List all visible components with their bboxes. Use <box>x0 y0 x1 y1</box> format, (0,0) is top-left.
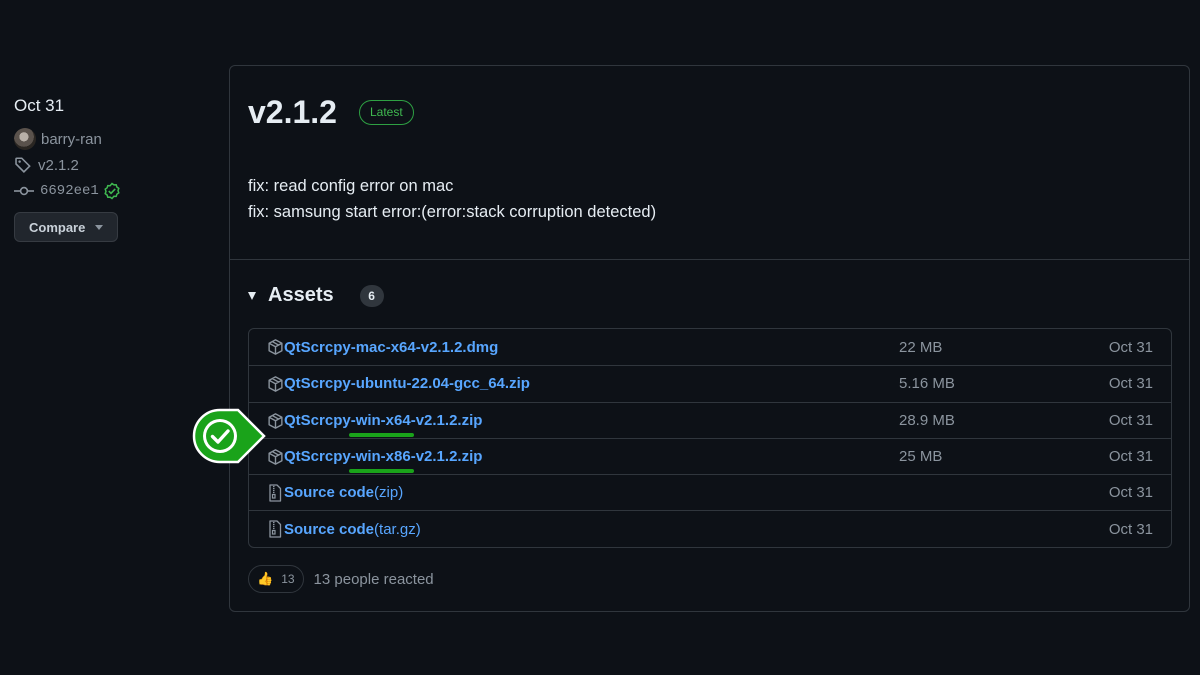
asset-size: 25 MB <box>899 448 943 466</box>
thumbs-up-icon: 👍 <box>257 571 274 586</box>
asset-row: QtScrcpy-ubuntu-22.04-gcc_64.zip 5.16 MB… <box>249 365 1171 401</box>
package-icon <box>268 376 283 393</box>
commit-sha[interactable]: 6692ee1 <box>40 183 99 199</box>
file-zip-icon <box>269 484 282 502</box>
assets-title: Assets <box>268 284 334 306</box>
asset-link[interactable]: Source code(zip) <box>284 484 403 501</box>
asset-link[interactable]: QtScrcpy-mac-x64-v2.1.2.dmg <box>284 339 498 356</box>
tag-link[interactable]: v2.1.2 <box>14 152 214 178</box>
tag-icon <box>15 157 31 173</box>
compare-label: Compare <box>29 219 86 235</box>
asset-date: Oct 31 <box>1108 448 1153 466</box>
compare-button[interactable]: Compare <box>14 212 119 242</box>
release-card: v2.1.2 Latest fix: read config error on … <box>229 65 1190 612</box>
check-marker-icon <box>192 408 266 464</box>
asset-date: Oct 31 <box>1108 484 1153 502</box>
reaction-count: 13 <box>281 572 295 586</box>
asset-link[interactable]: QtScrcpy-ubuntu-22.04-gcc_64.zip <box>284 375 530 392</box>
reactions-summary: 13 people reacted <box>313 570 434 588</box>
commit-link[interactable]: 6692ee1 <box>14 178 214 204</box>
asset-size: 28.9 MB <box>899 411 955 429</box>
highlight-underline <box>349 468 414 473</box>
release-note-line: fix: samsung start error:(error:stack co… <box>248 203 657 221</box>
tag-name[interactable]: v2.1.2 <box>38 157 79 174</box>
asset-size: 22 MB <box>899 338 943 356</box>
asset-link[interactable]: QtScrcpy-win-x64-v2.1.2.zip <box>284 412 482 429</box>
release-header: v2.1.2 Latest <box>248 94 414 131</box>
asset-date: Oct 31 <box>1108 338 1153 356</box>
assets-count-badge: 6 <box>359 284 384 307</box>
release-meta: Oct 31 barry-ran v2.1.2 6692ee1 Compare <box>14 94 214 242</box>
verified-icon[interactable] <box>103 182 121 200</box>
thumbs-up-reaction-button[interactable]: 👍 13 <box>248 565 304 593</box>
file-zip-icon <box>269 520 282 539</box>
highlight-underline <box>349 432 414 437</box>
package-icon <box>268 449 283 465</box>
asset-size: 5.16 MB <box>899 375 955 393</box>
asset-row: Source code(tar.gz) Oct 31 <box>249 510 1171 546</box>
divider <box>230 259 1189 260</box>
asset-row: QtScrcpy-win-x86-v2.1.2.zip 25 MB Oct 31 <box>249 437 1171 474</box>
git-commit-icon <box>14 186 34 196</box>
asset-link[interactable]: QtScrcpy-win-x86-v2.1.2.zip <box>284 448 482 465</box>
reactions: 👍 13 13 people reacted <box>248 565 434 593</box>
asset-date: Oct 31 <box>1108 520 1153 538</box>
triangle-down-icon <box>248 291 256 300</box>
release-note-line: fix: read config error on mac <box>248 177 454 195</box>
latest-badge: Latest <box>358 100 414 125</box>
asset-row: QtScrcpy-mac-x64-v2.1.2.dmg 22 MB Oct 31 <box>249 329 1171 365</box>
release-notes: fix: read config error on mac fix: samsu… <box>248 173 656 225</box>
author-link[interactable]: barry-ran <box>14 126 214 152</box>
author-name[interactable]: barry-ran <box>41 131 102 148</box>
package-icon <box>268 339 283 355</box>
asset-link[interactable]: Source code(tar.gz) <box>284 521 421 538</box>
package-icon <box>268 412 283 429</box>
asset-row: Source code(zip) Oct 31 <box>249 474 1171 510</box>
release-date: Oct 31 <box>14 96 65 115</box>
assets-toggle[interactable]: Assets 6 <box>248 284 384 307</box>
asset-date: Oct 31 <box>1108 375 1153 393</box>
asset-date: Oct 31 <box>1108 411 1153 429</box>
chevron-down-icon <box>95 224 104 230</box>
avatar[interactable] <box>14 128 36 150</box>
asset-row: QtScrcpy-win-x64-v2.1.2.zip 28.9 MB Oct … <box>249 401 1171 438</box>
release-title[interactable]: v2.1.2 <box>248 94 337 131</box>
assets-list: QtScrcpy-mac-x64-v2.1.2.dmg 22 MB Oct 31… <box>248 328 1172 548</box>
